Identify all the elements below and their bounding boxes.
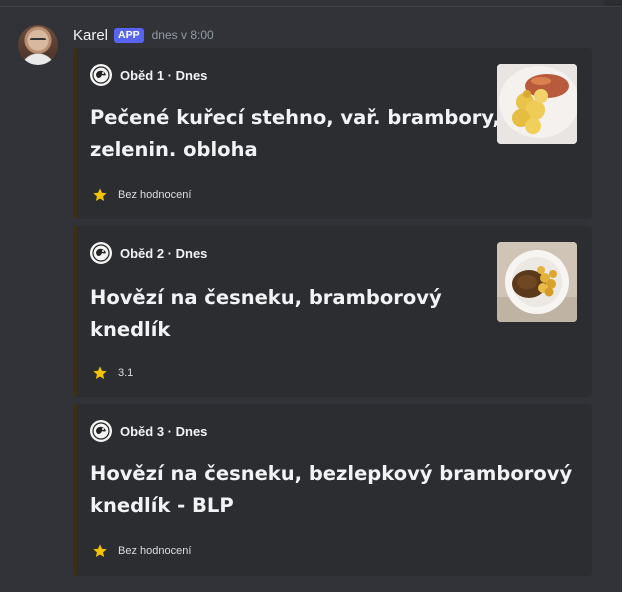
embed-author-name[interactable]: Oběd 3 · Dnes	[120, 424, 207, 439]
roast-chicken-potatoes-thumbnail[interactable]	[497, 64, 577, 144]
embed-footer: Bez hodnocení	[92, 187, 191, 203]
embed-footer: Bez hodnocení	[92, 543, 191, 559]
restaurant-logo-icon	[90, 64, 112, 86]
avatar[interactable]	[18, 25, 58, 65]
star-icon	[93, 188, 107, 201]
menu-embed-2: Oběd 2 · Dnes Hovězí na česneku, brambor…	[73, 226, 592, 397]
timestamp[interactable]: dnes v 8:00	[152, 28, 214, 42]
embed-title-line: Hovězí na česneku, bramborový	[90, 286, 442, 309]
embed-title-line: knedlík - BLP	[90, 494, 234, 517]
embed-author: Oběd 1 · Dnes	[90, 64, 207, 86]
restaurant-logo-icon	[90, 420, 112, 442]
rating-text: Bez hodnocení	[118, 545, 192, 557]
embed-title[interactable]: Pečené kuřecí stehno, vař. brambory, zel…	[90, 102, 500, 166]
beef-garlic-dumpling-thumbnail[interactable]	[497, 242, 577, 322]
embed-title[interactable]: Hovězí na česneku, bramborový knedlík	[90, 282, 442, 346]
app-badge: APP	[114, 27, 144, 43]
star-icon	[93, 366, 107, 379]
embed-title-line: Pečené kuřecí stehno, vař. brambory,	[90, 106, 500, 129]
embed-author-name[interactable]: Oběd 1 · Dnes	[120, 68, 207, 83]
menu-embed-1: Oběd 1 · Dnes Pečené kuřecí stehno, vař.…	[73, 48, 592, 219]
embed-title-line: Hovězí na česneku, bezlepkový bramborový	[90, 462, 573, 485]
restaurant-logo-icon	[90, 242, 112, 264]
embed-author: Oběd 3 · Dnes	[90, 420, 207, 442]
rating-text: Bez hodnocení	[118, 189, 192, 201]
embed-footer: 3.1	[92, 365, 133, 381]
username[interactable]: Karel	[73, 27, 108, 44]
menu-embed-3: Oběd 3 · Dnes Hovězí na česneku, bezlepk…	[73, 404, 592, 576]
embed-title[interactable]: Hovězí na česneku, bezlepkový bramborový…	[90, 458, 572, 522]
avatar-glasses-icon	[30, 38, 46, 44]
chat-message: Karel APP dnes v 8:00 Oběd 1 · Dnes Peče…	[0, 0, 622, 592]
embed-title-line: zelenin. obloha	[90, 138, 258, 161]
rating-text: 3.1	[118, 367, 134, 379]
message-header: Karel APP dnes v 8:00	[73, 25, 214, 45]
star-icon	[93, 544, 107, 557]
embed-author-name[interactable]: Oběd 2 · Dnes	[120, 246, 207, 261]
embed-author: Oběd 2 · Dnes	[90, 242, 207, 264]
embed-title-line: knedlík	[90, 318, 171, 341]
